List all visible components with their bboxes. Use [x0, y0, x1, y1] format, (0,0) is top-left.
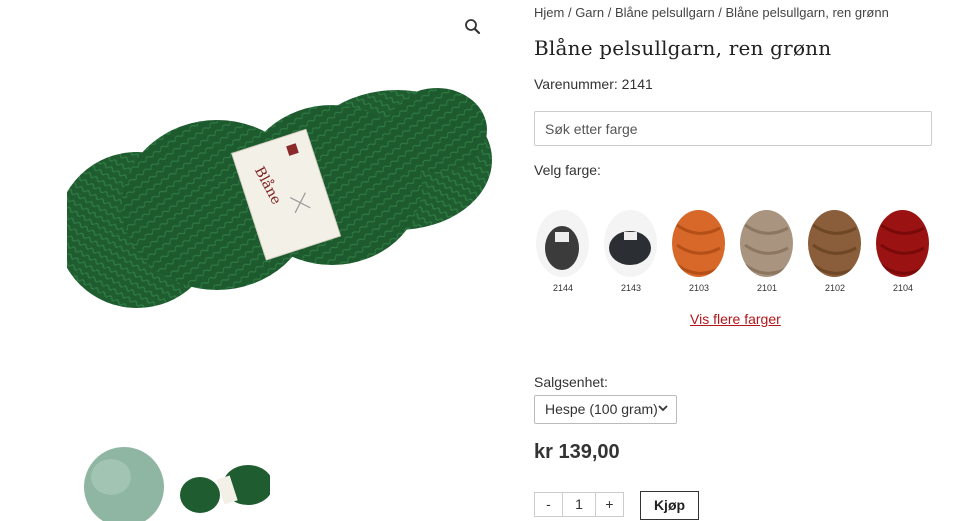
breadcrumb-current: Blåne pelsullgarn, ren grønn	[725, 5, 889, 20]
sku-value: 2141	[621, 76, 653, 92]
quantity-decrease-button[interactable]: -	[535, 493, 562, 516]
swatch-code: 2144	[552, 283, 574, 293]
color-swatch[interactable]: 2103	[672, 210, 726, 293]
breadcrumb-link-home[interactable]: Hjem	[534, 5, 564, 20]
swatch-image	[808, 210, 861, 277]
color-swatch[interactable]: 2101	[740, 210, 794, 293]
product-main-image[interactable]: Blåne	[57, 0, 498, 335]
sales-unit-select[interactable]: Hespe (100 gram)	[534, 395, 677, 424]
chevron-down-icon	[658, 405, 668, 412]
thumbnail-image	[84, 447, 164, 521]
magnifier-icon	[465, 19, 481, 35]
quantity-stepper: - 1 +	[534, 492, 624, 517]
swatch-code: 2143	[620, 283, 642, 293]
thumbnail-image	[180, 465, 270, 513]
swatch-image	[604, 210, 657, 277]
product-price: kr 139,00	[534, 441, 620, 463]
breadcrumb-link-category[interactable]: Blåne pelsullgarn	[615, 5, 715, 20]
color-search-input[interactable]	[534, 111, 932, 146]
swatch-image	[536, 210, 589, 277]
color-swatch[interactable]: 2143	[604, 210, 658, 293]
zoom-button[interactable]	[463, 17, 483, 37]
color-swatch[interactable]: 2104	[876, 210, 930, 293]
gallery-thumbnail[interactable]	[76, 447, 168, 521]
show-more-colors-link[interactable]: Vis flere farger	[690, 311, 781, 327]
buy-button[interactable]: Kjøp	[640, 491, 699, 520]
swatch-code: 2103	[688, 283, 710, 293]
color-picker-label: Velg farge:	[534, 162, 601, 178]
sku-line: Varenummer: 2141	[534, 76, 653, 92]
sku-label: Varenummer:	[534, 76, 618, 92]
quantity-input[interactable]: 1	[562, 493, 596, 516]
swatch-code: 2104	[892, 283, 914, 293]
yarn-skein-image: Blåne	[57, 88, 492, 308]
color-swatch[interactable]: 2102	[808, 210, 862, 293]
swatch-image	[876, 210, 929, 277]
swatch-code: 2101	[756, 283, 778, 293]
quantity-increase-button[interactable]: +	[596, 493, 623, 516]
product-title: Blåne pelsullgarn, ren grønn	[534, 36, 832, 60]
swatch-image	[672, 210, 725, 277]
sales-unit-label: Salgsenhet:	[534, 374, 608, 390]
gallery-thumbnail[interactable]	[178, 447, 270, 521]
swatch-code: 2102	[824, 283, 846, 293]
swatch-image	[740, 210, 793, 277]
breadcrumb: Hjem / Garn / Blåne pelsullgarn / Blåne …	[534, 5, 889, 20]
breadcrumb-link-garn[interactable]: Garn	[575, 5, 604, 20]
color-swatch[interactable]: 2144	[536, 210, 590, 293]
sales-unit-value: Hespe (100 gram)	[545, 401, 658, 417]
